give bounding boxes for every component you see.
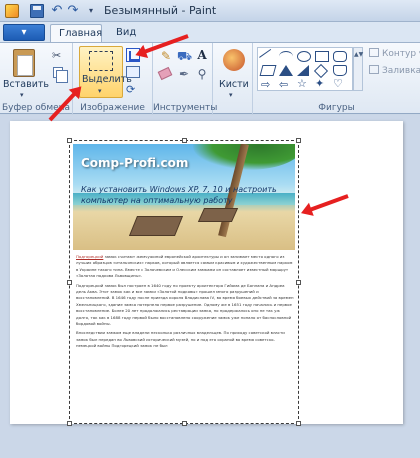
selection-handle[interactable]	[67, 138, 72, 143]
selection-handle[interactable]	[182, 421, 187, 426]
quick-access-dropdown-icon[interactable]: ▾	[84, 4, 98, 18]
tools-group-label: Инструменты	[153, 103, 218, 113]
rounded-rectangle-shape-icon[interactable]	[333, 51, 347, 62]
eraser-icon[interactable]	[157, 66, 173, 81]
copy-icon[interactable]	[53, 67, 68, 83]
paint-app-icon[interactable]	[5, 4, 19, 18]
selection-handle[interactable]	[296, 138, 301, 143]
paste-button[interactable]: Вставить	[3, 79, 49, 90]
brushes-dropdown-icon[interactable]: ▾	[229, 91, 233, 99]
brush-icon[interactable]	[223, 49, 245, 71]
star-six-shape-icon[interactable]: ✦	[315, 78, 329, 89]
selection-frame[interactable]	[67, 138, 301, 426]
right-triangle-shape-icon[interactable]	[297, 65, 309, 76]
brushes-button[interactable]: Кисти	[219, 79, 249, 90]
fill-button[interactable]: Заливка ▾	[369, 65, 420, 79]
triangle-shape-icon[interactable]	[279, 65, 293, 76]
right-arrow-shape-icon[interactable]: ⇨	[261, 79, 275, 90]
tab-view[interactable]: Вид	[108, 24, 144, 42]
selection-handle[interactable]	[67, 421, 72, 426]
fill-bucket-icon[interactable]: ⛟	[177, 49, 192, 63]
fill-icon	[369, 65, 379, 74]
outline-label: Контур ▾	[382, 49, 420, 59]
select-dropdown-icon: ▾	[98, 87, 102, 95]
selection-handle[interactable]	[67, 280, 72, 285]
save-icon[interactable]	[30, 4, 44, 18]
shapes-gallery: ⇨ ⇦ ☆ ✦ ♡	[257, 47, 353, 91]
paste-icon[interactable]	[13, 49, 35, 77]
fill-label: Заливка ▾	[382, 66, 420, 76]
window-title: Безымянный - Paint	[104, 4, 217, 17]
left-arrow-shape-icon[interactable]: ⇦	[279, 79, 293, 90]
shapes-group: ⇨ ⇦ ☆ ✦ ♡ ▲▼ Контур ▾ Заливка ▾ Фигуры	[253, 43, 420, 115]
file-menu-button[interactable]: ▾	[3, 24, 45, 41]
pentagon-shape-icon[interactable]	[333, 65, 347, 76]
curve-shape-icon[interactable]	[279, 51, 293, 62]
outline-button[interactable]: Контур ▾	[369, 48, 420, 62]
select-label: Выделить	[82, 74, 132, 85]
selection-handle[interactable]	[182, 138, 187, 143]
tools-group: ✎ ⛟ A ✒ ⚲ Инструменты	[153, 43, 218, 115]
image-group-label: Изображение	[80, 103, 145, 113]
shapes-scroll-button[interactable]: ▲▼	[353, 47, 363, 91]
polygon-shape-icon[interactable]	[259, 65, 277, 76]
rotate-icon[interactable]: ⟳	[126, 83, 135, 96]
magnifier-icon[interactable]: ⚲	[195, 67, 209, 81]
ribbon-tab-row: ▾ Главная Вид	[0, 22, 420, 42]
star-shape-icon[interactable]: ☆	[297, 78, 311, 89]
redo-icon[interactable]: ↷	[66, 4, 80, 18]
select-rectangle-icon	[89, 51, 113, 71]
diamond-shape-icon[interactable]	[313, 63, 329, 79]
heart-shape-icon[interactable]: ♡	[333, 78, 347, 89]
pencil-icon[interactable]: ✎	[159, 49, 173, 63]
outline-icon	[369, 48, 379, 57]
color-picker-icon[interactable]: ✒	[177, 67, 191, 81]
rectangle-shape-icon[interactable]	[315, 51, 329, 62]
title-bar: ↶ ↷ ▾ Безымянный - Paint	[0, 0, 420, 22]
text-tool-icon[interactable]: A	[195, 48, 209, 62]
selection-handle[interactable]	[296, 421, 301, 426]
paste-dropdown-icon[interactable]: ▾	[20, 91, 24, 99]
shapes-group-label: Фигуры	[318, 103, 355, 113]
selection-handle[interactable]	[296, 280, 301, 285]
brushes-group: Кисти ▾	[213, 43, 253, 115]
line-shape-icon[interactable]	[259, 48, 277, 67]
tab-home[interactable]: Главная	[50, 24, 102, 42]
undo-icon[interactable]: ↶	[50, 4, 64, 18]
cut-icon[interactable]: ✂	[52, 49, 61, 62]
oval-shape-icon[interactable]	[297, 51, 311, 62]
resize-icon[interactable]	[126, 66, 140, 78]
